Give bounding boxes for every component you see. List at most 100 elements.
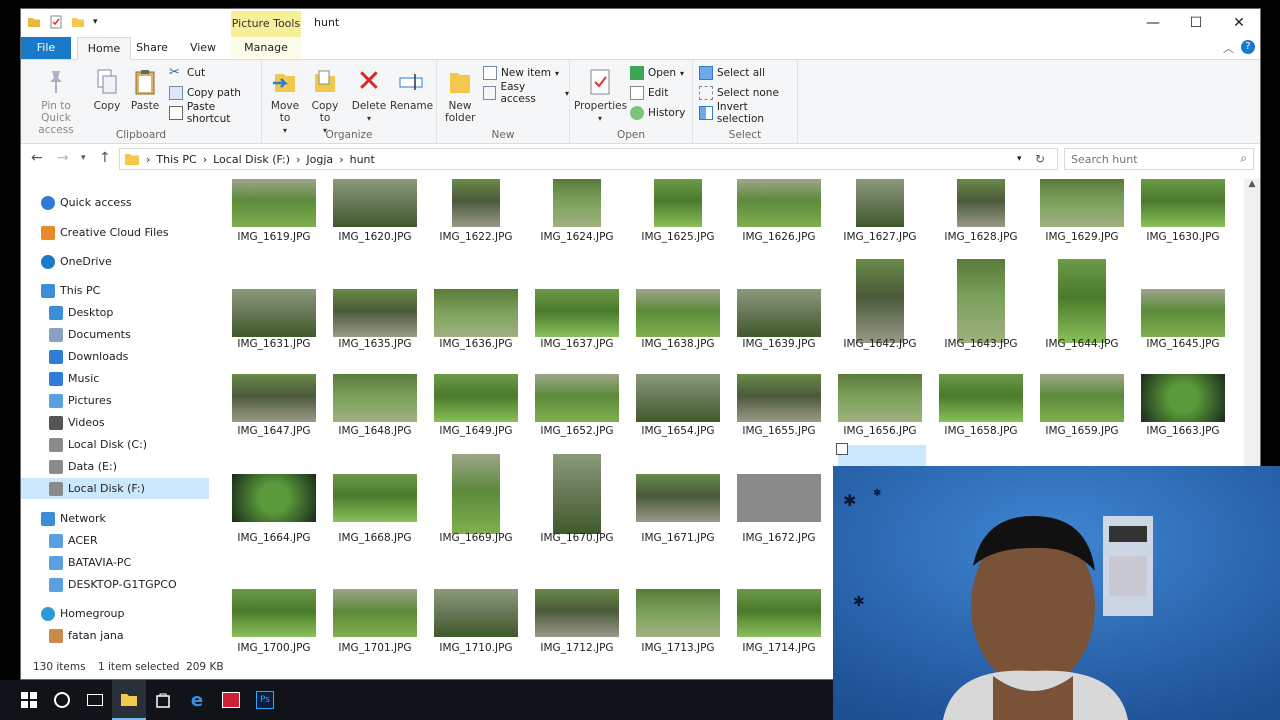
taskbar-file-explorer[interactable]: [112, 680, 146, 720]
cut-button[interactable]: ✂ Cut: [169, 64, 205, 82]
sidebar-item-quick-access[interactable]: Quick access: [21, 192, 209, 213]
file-thumbnail[interactable]: [838, 374, 922, 422]
file-thumbnail[interactable]: [232, 474, 316, 522]
new-folder-icon[interactable]: [71, 15, 85, 29]
sidebar-item-desktop-g1tgpco[interactable]: DESKTOP-G1TGPCO: [21, 574, 209, 595]
refresh-icon[interactable]: ↻: [1035, 152, 1045, 166]
delete-button[interactable]: ✕ Delete ▾: [350, 66, 388, 125]
properties-button[interactable]: Properties ▾: [574, 66, 627, 125]
file-thumbnail[interactable]: [636, 374, 720, 422]
file-thumbnail[interactable]: [333, 474, 417, 522]
rename-button[interactable]: Rename: [390, 66, 433, 112]
tab-manage[interactable]: Manage: [231, 37, 301, 59]
file-thumbnail[interactable]: [1141, 374, 1225, 422]
sidebar-item-fatan-jana[interactable]: fatan jana: [21, 625, 209, 646]
file-thumbnail[interactable]: [535, 374, 619, 422]
up-arrow-icon[interactable]: ↑: [99, 150, 111, 166]
sidebar-item-local-disk-f[interactable]: Local Disk (F:): [21, 478, 209, 499]
file-thumbnail[interactable]: [1141, 289, 1225, 337]
sidebar-item-acer[interactable]: ACER: [21, 530, 209, 551]
help-icon[interactable]: ?: [1241, 40, 1255, 54]
taskbar-edge[interactable]: e: [180, 680, 214, 720]
taskbar-app[interactable]: [214, 680, 248, 720]
pin-quick-access-button[interactable]: Pin to Quick access: [25, 66, 87, 136]
file-thumbnail[interactable]: [737, 179, 821, 227]
taskbar-photoshop[interactable]: Ps: [248, 680, 282, 720]
address-bar[interactable]: › This PC › Local Disk (F:) › Jogja › hu…: [119, 148, 1058, 170]
file-thumbnail[interactable]: [1058, 259, 1106, 343]
tab-home[interactable]: Home: [77, 37, 131, 61]
copy-button[interactable]: Copy: [89, 66, 125, 112]
new-item-button[interactable]: New item ▾: [483, 64, 559, 82]
search-cortana-button[interactable]: [45, 680, 79, 720]
sidebar-item-creative-cloud-files[interactable]: Creative Cloud Files: [21, 222, 209, 243]
ribbon-collapse-icon[interactable]: ︿: [1223, 40, 1234, 56]
file-thumbnail[interactable]: [232, 589, 316, 637]
forward-arrow-icon[interactable]: →: [57, 150, 69, 166]
sidebar-item-network[interactable]: Network: [21, 508, 209, 529]
open-button[interactable]: Open ▾: [630, 64, 684, 82]
paste-button[interactable]: Paste: [127, 66, 163, 112]
sidebar-item-downloads[interactable]: Downloads: [21, 346, 209, 367]
copy-to-button[interactable]: Copy to ▾: [306, 66, 344, 137]
file-thumbnail[interactable]: [957, 179, 1005, 227]
select-all-button[interactable]: Select all: [699, 64, 765, 82]
recent-locations-chevron-icon[interactable]: ▾: [81, 153, 86, 163]
invert-selection-button[interactable]: Invert selection: [699, 101, 797, 125]
tab-share[interactable]: Share: [133, 37, 171, 59]
file-thumbnail[interactable]: [452, 454, 500, 534]
tab-view[interactable]: View: [185, 37, 221, 59]
file-thumbnail[interactable]: [333, 289, 417, 337]
close-button[interactable]: ✕: [1224, 13, 1254, 33]
file-thumbnail[interactable]: [856, 259, 904, 343]
breadcrumb-jogja[interactable]: Jogja: [306, 153, 333, 166]
edit-button[interactable]: Edit: [630, 84, 668, 102]
file-thumbnail[interactable]: [232, 374, 316, 422]
sidebar-item-onedrive[interactable]: OneDrive: [21, 251, 209, 272]
sidebar-item-homegroup[interactable]: Homegroup: [21, 603, 209, 624]
move-to-button[interactable]: Move to ▾: [266, 66, 304, 137]
file-thumbnail[interactable]: [1040, 179, 1124, 227]
file-thumbnail[interactable]: [737, 589, 821, 637]
tab-file[interactable]: File: [21, 37, 71, 59]
file-thumbnail[interactable]: [553, 179, 601, 227]
sidebar-item-documents[interactable]: Documents: [21, 324, 209, 345]
sidebar-item-desktop[interactable]: Desktop: [21, 302, 209, 323]
file-thumbnail[interactable]: [333, 374, 417, 422]
file-thumbnail[interactable]: [1141, 179, 1225, 227]
file-thumbnail[interactable]: [737, 374, 821, 422]
properties-icon[interactable]: [49, 15, 63, 29]
file-thumbnail[interactable]: [939, 374, 1023, 422]
breadcrumb-local-disk-f[interactable]: Local Disk (F:): [213, 153, 290, 166]
file-thumbnail[interactable]: [737, 289, 821, 337]
history-button[interactable]: History: [630, 104, 685, 122]
file-thumbnail[interactable]: [333, 179, 417, 227]
chevron-down-icon[interactable]: ▾: [93, 17, 98, 27]
search-input[interactable]: [1065, 149, 1233, 169]
back-arrow-icon[interactable]: ←: [31, 150, 43, 166]
breadcrumb-hunt[interactable]: hunt: [350, 153, 375, 166]
sidebar-item-music[interactable]: Music: [21, 368, 209, 389]
file-thumbnail[interactable]: [535, 289, 619, 337]
sidebar-item-videos[interactable]: Videos: [21, 412, 209, 433]
file-thumbnail[interactable]: [636, 589, 720, 637]
file-thumbnail[interactable]: [636, 474, 720, 522]
file-thumbnail[interactable]: [856, 179, 904, 227]
file-thumbnail[interactable]: [1040, 374, 1124, 422]
file-thumbnail[interactable]: [434, 589, 518, 637]
file-thumbnail[interactable]: [232, 179, 316, 227]
easy-access-button[interactable]: Easy access ▾: [483, 81, 569, 105]
task-view-button[interactable]: [78, 680, 112, 720]
file-thumbnail[interactable]: [434, 289, 518, 337]
sidebar-item-batavia-pc[interactable]: BATAVIA-PC: [21, 552, 209, 573]
maximize-button[interactable]: ☐: [1181, 13, 1211, 33]
copy-path-button[interactable]: Copy path: [169, 84, 241, 102]
sidebar-item-this-pc[interactable]: This PC: [21, 280, 209, 301]
file-thumbnail[interactable]: [636, 289, 720, 337]
file-thumbnail[interactable]: [232, 289, 316, 337]
breadcrumb-this-pc[interactable]: This PC: [156, 153, 196, 166]
sidebar-item-pictures[interactable]: Pictures: [21, 390, 209, 411]
sidebar-item-local-disk-c[interactable]: Local Disk (C:): [21, 434, 209, 455]
search-icon[interactable]: ⌕: [1240, 151, 1247, 166]
file-thumbnail[interactable]: [434, 374, 518, 422]
